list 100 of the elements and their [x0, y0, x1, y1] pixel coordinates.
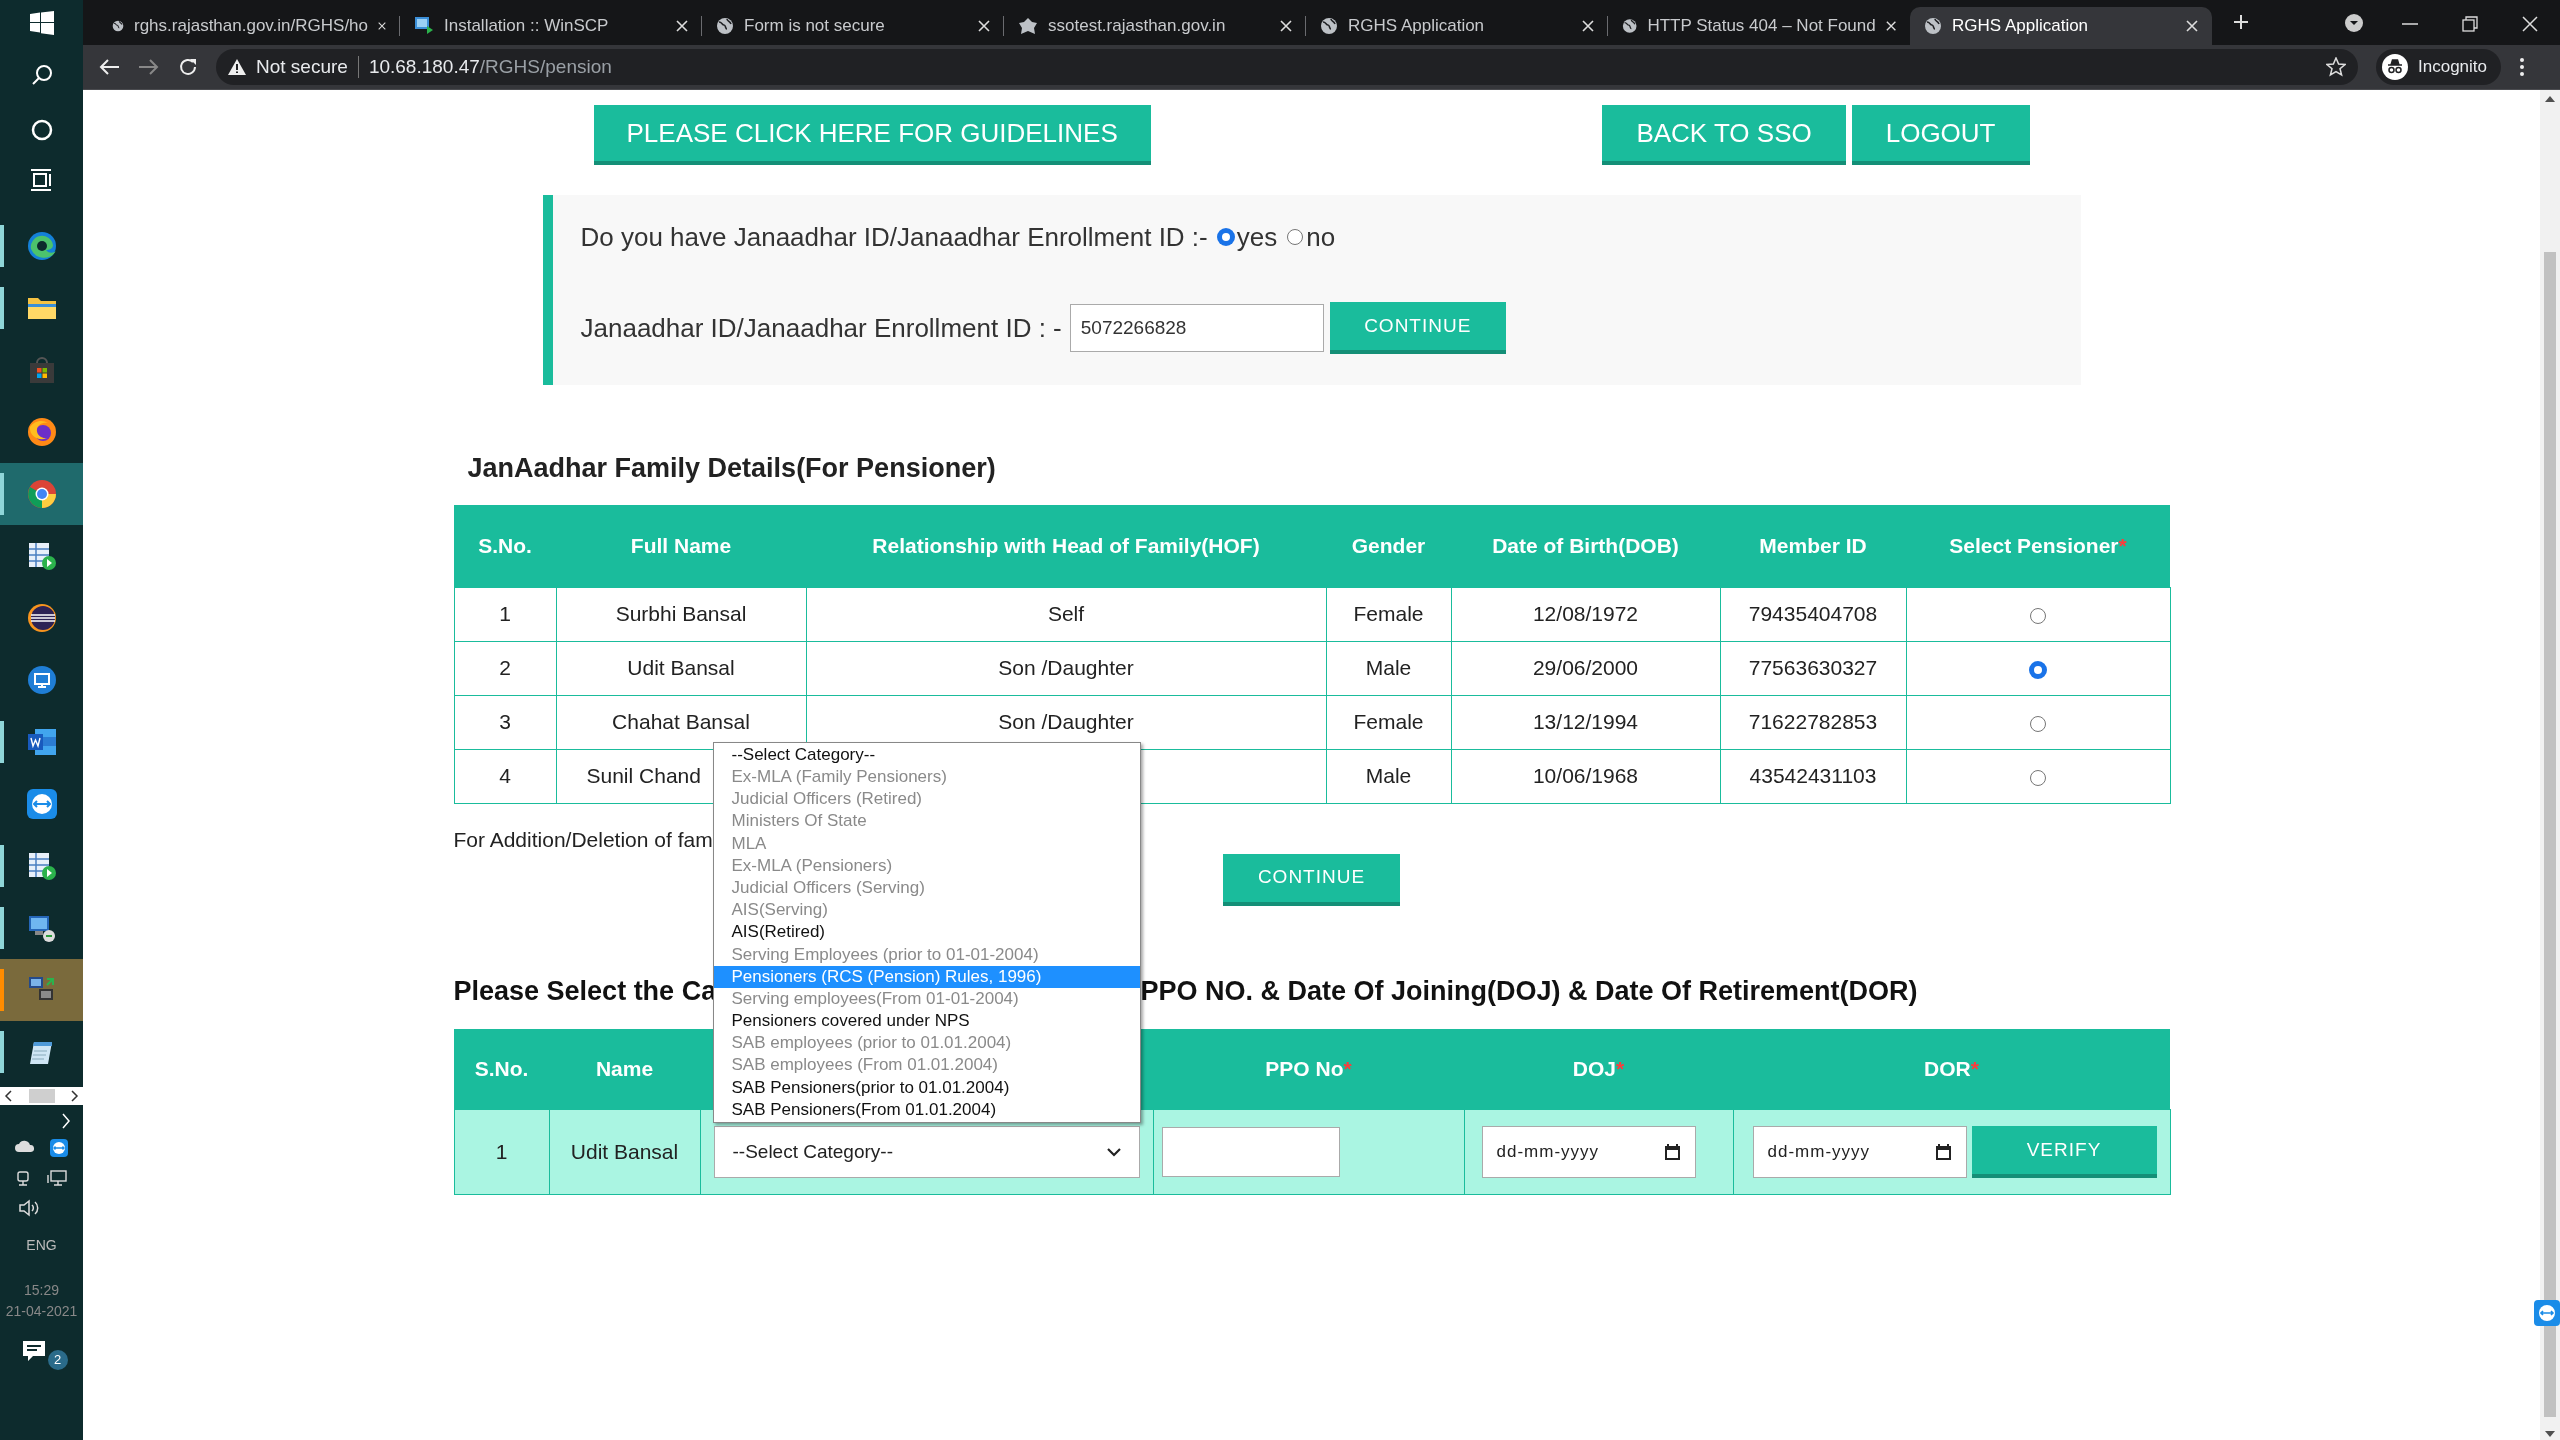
table-cell: 79435404708: [1748, 602, 1878, 626]
cloud-icon[interactable]: [15, 1139, 36, 1153]
close-icon[interactable]: [676, 20, 688, 32]
chevron-right-icon[interactable]: [61, 1113, 71, 1129]
required-mark: *: [1343, 1057, 1352, 1080]
section-heading: PPO NO. & Date Of Joining(DOJ) & Date Of Retirement(DOR): [1140, 975, 1918, 1006]
browser-icon: [26, 417, 57, 447]
close-icon[interactable]: [1582, 20, 1594, 32]
dropdown-option[interactable]: AIS(Retired): [713, 921, 1140, 944]
tab-search-icon[interactable]: [2344, 13, 2364, 33]
close-icon[interactable]: [978, 20, 990, 32]
browser-tab[interactable]: rghs.rajasthan.gov.in/RGHS/ho: [98, 7, 400, 45]
table-cell: Sunil Chand: [586, 764, 701, 788]
table-cell: 71622782853: [1748, 710, 1878, 734]
dropdown-option[interactable]: Pensioners covered under NPS: [713, 1010, 1140, 1033]
required-mark: *: [2118, 534, 2127, 557]
scroll-down-icon[interactable]: [2545, 1431, 2555, 1437]
table-cell: 77563630327: [1748, 656, 1878, 680]
bookmark-star-icon[interactable]: [2326, 57, 2346, 77]
circle-icon[interactable]: [30, 119, 53, 141]
folder-icon: [26, 295, 57, 321]
table-cell: Female: [1353, 602, 1424, 626]
required-mark: *: [1970, 1057, 1979, 1080]
shopping-bag-icon: [27, 356, 56, 384]
browser-tab[interactable]: RGHS Application: [1306, 7, 1608, 45]
new-tab-icon[interactable]: [2232, 13, 2250, 31]
reload-icon[interactable]: [178, 57, 198, 77]
clock-date[interactable]: 21-04-2021: [5, 1301, 78, 1322]
browser-tab[interactable]: RGHS Application: [1910, 7, 2212, 45]
date-field[interactable]: dd-mm-yyyy: [1481, 1126, 1696, 1178]
column-header: Date of Birth(DOB): [1492, 534, 1679, 557]
browser-icon: [26, 479, 57, 509]
document-icon: [26, 728, 57, 756]
address-bar[interactable]: Not secure 10.68.180.47/RGHS/pension: [216, 49, 2358, 85]
table-cell: Male: [1365, 656, 1412, 680]
column-header: PPO No: [1265, 1057, 1344, 1080]
category-select[interactable]: --Select Category--: [713, 1126, 1140, 1178]
table-cell: Surbhi Bansal: [615, 602, 747, 626]
close-icon[interactable]: [1280, 20, 1292, 32]
radio-option[interactable]: yes: [1217, 217, 1278, 257]
calendar-icon: [1934, 1143, 1952, 1161]
calendar-icon: [1663, 1143, 1681, 1161]
globe-icon: [1924, 17, 1942, 35]
emblem-icon: [1018, 17, 1038, 35]
globe-icon: [716, 17, 734, 35]
task-view-icon[interactable]: [29, 169, 54, 191]
radio-option[interactable]: no: [1287, 217, 1336, 257]
dropdown-option[interactable]: SAB Pensioners(prior to 01.01.2004): [713, 1076, 1140, 1099]
radio-button[interactable]: [2030, 607, 2046, 624]
close-icon[interactable]: [1885, 20, 1896, 32]
radio-button[interactable]: [2030, 769, 2046, 786]
incognito-button[interactable]: Incognito: [2376, 49, 2501, 85]
volume-icon[interactable]: [18, 1199, 40, 1217]
radio-button[interactable]: [2030, 661, 2046, 678]
column-header: Relationship with Head of Family(HOF): [872, 534, 1260, 557]
browser-tab[interactable]: ssotest.rajasthan.gov.in: [1004, 7, 1306, 45]
scroll-right-icon[interactable]: [71, 1090, 79, 1102]
network-icon[interactable]: [46, 1169, 69, 1187]
notification-count-badge: 2: [47, 1350, 68, 1370]
search-icon[interactable]: [30, 64, 53, 86]
table-cell: Son /Daughter: [998, 710, 1134, 734]
scroll-up-icon[interactable]: [2545, 96, 2555, 102]
close-icon[interactable]: [2186, 20, 2198, 32]
restore-icon[interactable]: [2462, 16, 2478, 32]
table-cell: 13/12/1994: [1532, 710, 1639, 734]
forward-icon[interactable]: [138, 58, 160, 76]
clock-time[interactable]: 15:29: [23, 1280, 59, 1301]
note-text: For Addition/Deletion of fam: [453, 827, 713, 852]
chevron-down-icon: [1106, 1147, 1121, 1157]
dropdown-option[interactable]: SAB Pensioners(From 01.01.2004): [713, 1098, 1140, 1121]
close-icon[interactable]: [378, 20, 386, 32]
column-header: Select Pensioner: [1949, 534, 2119, 557]
table-cell: 3: [499, 710, 511, 734]
table-cell: 1: [495, 1140, 508, 1164]
date-field[interactable]: dd-mm-yyyy: [1752, 1126, 1967, 1178]
browser-tab[interactable]: Installation :: WinSCP: [400, 7, 702, 45]
table-cell: 43542431103: [1749, 764, 1877, 788]
language-indicator[interactable]: ENG: [26, 1235, 57, 1256]
column-header: Name: [595, 1057, 654, 1080]
scrollbar-thumb[interactable]: [2544, 252, 2556, 1417]
menu-icon[interactable]: [2519, 57, 2525, 77]
monitor-icon: [26, 665, 57, 695]
table-cell: Son /Daughter: [998, 656, 1134, 680]
table-cell: Udit Bansal: [570, 1140, 679, 1164]
arrows-icon[interactable]: [49, 1139, 68, 1157]
scroll-thumb[interactable]: [28, 1089, 55, 1103]
dropdown-option[interactable]: --Select Category--: [713, 743, 1140, 766]
browser-tab[interactable]: Form is not secure: [702, 7, 1004, 45]
windows-logo-icon[interactable]: [29, 10, 54, 35]
radio-button[interactable]: [2030, 715, 2046, 732]
scroll-left-icon[interactable]: [4, 1090, 12, 1102]
incognito-icon: [2382, 54, 2408, 80]
ppo-number-field[interactable]: [1161, 1127, 1340, 1177]
back-icon[interactable]: [98, 58, 120, 76]
question-label: Do you have Janaadhar ID/Janaadhar Enrollment ID :-: [580, 220, 1208, 254]
notification-icon[interactable]: [21, 1340, 48, 1364]
close-icon[interactable]: [2522, 16, 2538, 32]
browser-tab[interactable]: HTTP Status 404 – Not Found: [1608, 7, 1910, 45]
enrollment-id-field[interactable]: 5072266828: [1069, 304, 1324, 352]
installer-icon: [414, 16, 434, 36]
